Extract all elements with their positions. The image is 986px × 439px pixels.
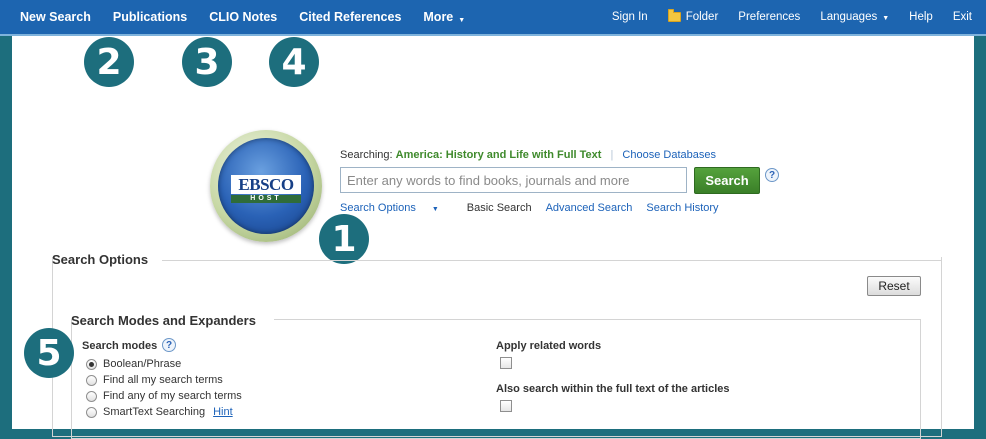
choose-databases-link[interactable]: Choose Databases [622,149,716,161]
search-modes-section-title: Search Modes and Expanders [71,313,256,328]
nav-folder-label: Folder [685,11,719,23]
logo-wordmark: EBSCO [231,175,301,194]
mode-label: Boolean/Phrase [103,358,182,370]
callout-badge-5: 5 [24,328,74,378]
radio-button[interactable] [86,406,97,418]
search-sub-links: Search Options ▼ Basic Search Advanced Se… [340,202,733,214]
nav-folder[interactable]: Folder [658,9,729,23]
help-icon[interactable]: ? [162,338,176,352]
mode-boolean-phrase[interactable]: Boolean/Phrase [86,358,181,370]
chevron-down-icon: ▼ [882,14,890,22]
divider: | [610,149,614,161]
search-history-link[interactable]: Search History [646,202,718,214]
apply-related-words-label: Apply related words [496,340,602,352]
searching-database-line: Searching: America: History and Life wit… [340,149,716,161]
reset-button[interactable]: Reset [867,276,921,296]
chevron-down-icon: ▼ [458,17,466,24]
callout-badge-3: 3 [182,37,232,87]
hint-link[interactable]: Hint [213,406,233,418]
advanced-search-link[interactable]: Advanced Search [546,202,633,214]
callout-badge-4: 4 [269,37,319,87]
top-navigation-bar: New Search Publications CLIO Notes Cited… [0,0,986,36]
help-icon[interactable]: ? [765,168,779,182]
search-options-label: Search Options [340,202,416,214]
nav-publications[interactable]: Publications [102,10,198,24]
nav-languages-menu[interactable]: Languages ▼ [810,11,899,23]
search-options-toggle[interactable]: Search Options ▼ [340,202,453,214]
basic-search-link[interactable]: Basic Search [467,202,532,214]
nav-exit[interactable]: Exit [943,11,986,23]
search-modes-label: Search modes [82,340,158,352]
primary-nav: New Search Publications CLIO Notes Cited… [0,0,476,34]
mode-label: Find all my search terms [103,374,223,386]
callout-badge-2: 2 [84,37,134,87]
nav-clio-notes[interactable]: CLIO Notes [198,10,288,24]
chevron-down-icon: ▼ [431,206,439,213]
search-button[interactable]: Search [694,167,760,194]
nav-more-label: More [423,10,454,24]
mode-find-any-terms[interactable]: Find any of my search terms [86,390,242,402]
logo-host-bar: HOST [231,195,301,203]
nav-cited-references[interactable]: Cited References [288,10,412,24]
full-text-search-checkbox[interactable] [500,400,512,412]
mode-label: SmartText Searching [103,406,206,418]
search-options-title: Search Options [52,252,149,267]
full-text-search-label: Also search within the full text of the … [496,383,730,395]
nav-sign-in[interactable]: Sign In [602,11,658,23]
search-input[interactable] [340,167,687,193]
database-name: America: History and Life with Full Text [395,149,602,161]
secondary-nav: Sign In Folder Preferences Languages ▼ He… [602,0,986,34]
radio-button[interactable] [86,390,97,402]
searching-label: Searching: [340,149,393,161]
logo-globe: EBSCO HOST [218,138,314,234]
apply-related-words-checkbox[interactable] [500,357,512,369]
mode-label: Find any of my search terms [103,390,242,402]
page-content: 2 3 4 EBSCO HOST Searching: America: His… [12,36,974,439]
nav-languages-label: Languages [820,11,878,23]
ebscohost-logo: EBSCO HOST [210,130,322,242]
nav-new-search[interactable]: New Search [0,10,102,24]
mode-find-all-terms[interactable]: Find all my search terms [86,374,223,386]
mode-smarttext-searching[interactable]: SmartText Searching Hint [86,406,233,418]
nav-more-menu[interactable]: More ▼ [412,10,476,24]
radio-button-selected[interactable] [86,358,97,370]
nav-help[interactable]: Help [899,11,943,23]
nav-preferences[interactable]: Preferences [728,11,810,23]
radio-button[interactable] [86,374,97,386]
folder-icon [667,9,681,22]
